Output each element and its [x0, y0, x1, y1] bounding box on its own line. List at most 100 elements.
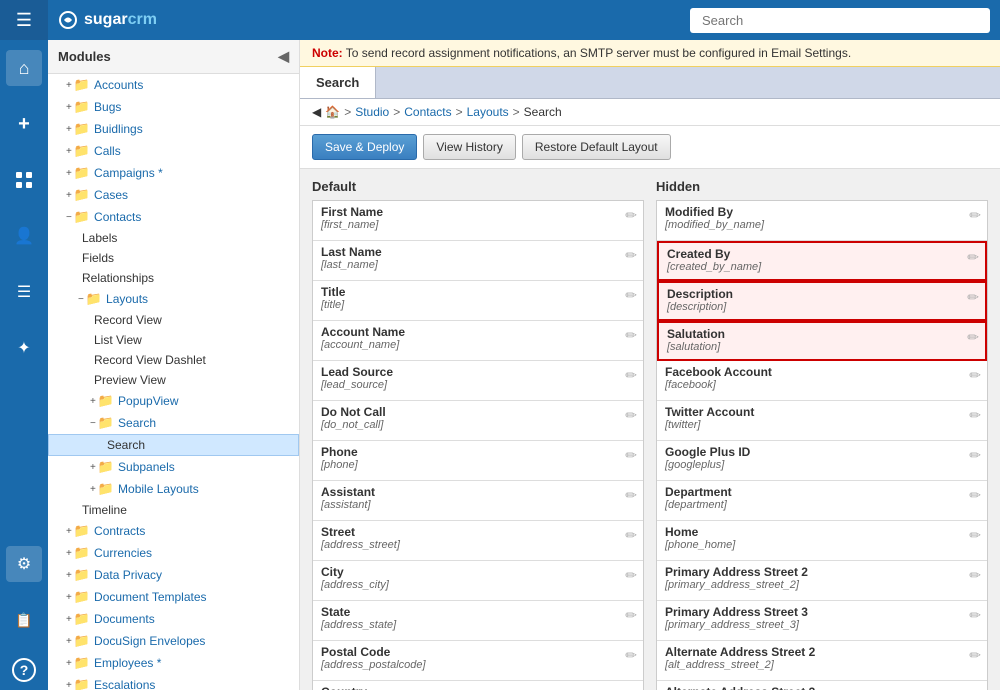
sidebar-item-fields[interactable]: Fields — [48, 248, 299, 268]
field-item-do-not-call[interactable]: Do Not Call[do_not_call]✏ — [313, 401, 643, 441]
breadcrumb-layouts[interactable]: Layouts — [467, 105, 509, 119]
sidebar-item-mobile-layouts[interactable]: +📁Mobile Layouts — [48, 478, 299, 500]
sidebar-collapse[interactable]: ◀ — [278, 48, 289, 65]
breadcrumb-contacts[interactable]: Contacts — [404, 105, 451, 119]
global-search-input[interactable] — [690, 8, 990, 33]
field-edit-icon-twitter[interactable]: ✏ — [969, 407, 981, 424]
nav-list[interactable]: ☰ — [6, 274, 42, 310]
field-edit-icon-modified-by[interactable]: ✏ — [969, 207, 981, 224]
sidebar-item-contracts[interactable]: +📁Contracts — [48, 520, 299, 542]
field-item-street[interactable]: Street[address_street]✏ — [313, 521, 643, 561]
field-edit-icon-state[interactable]: ✏ — [625, 607, 637, 624]
field-item-modified-by[interactable]: Modified By[modified_by_name]✏ — [657, 201, 987, 241]
nav-grid[interactable] — [6, 162, 42, 198]
field-edit-icon-street[interactable]: ✏ — [625, 527, 637, 544]
field-item-first-name[interactable]: First Name[first_name]✏ — [313, 201, 643, 241]
sidebar-item-data-privacy[interactable]: +📁Data Privacy — [48, 564, 299, 586]
restore-default-button[interactable]: Restore Default Layout — [522, 134, 671, 160]
field-item-primary-street3[interactable]: Primary Address Street 3[primary_address… — [657, 601, 987, 641]
field-edit-icon-primary-street2[interactable]: ✏ — [969, 567, 981, 584]
tab-search[interactable]: Search — [300, 67, 376, 98]
field-edit-icon-postal-code[interactable]: ✏ — [625, 647, 637, 664]
field-edit-icon-alt-street2[interactable]: ✏ — [969, 647, 981, 664]
field-item-description[interactable]: Description[description]✏ — [657, 281, 987, 321]
field-edit-icon-description[interactable]: ✏ — [967, 289, 979, 306]
nav-gear[interactable]: ⚙ — [6, 546, 42, 582]
field-item-primary-street2[interactable]: Primary Address Street 2[primary_address… — [657, 561, 987, 601]
view-history-button[interactable]: View History — [423, 134, 515, 160]
field-edit-icon-salutation[interactable]: ✏ — [967, 329, 979, 346]
field-edit-icon-googleplus[interactable]: ✏ — [969, 447, 981, 464]
field-edit-icon-primary-street3[interactable]: ✏ — [969, 607, 981, 624]
field-item-postal-code[interactable]: Postal Code[address_postalcode]✏ — [313, 641, 643, 681]
nav-add[interactable]: + — [6, 106, 42, 142]
sidebar-item-relationships[interactable]: Relationships — [48, 268, 299, 288]
field-edit-icon-home[interactable]: ✏ — [969, 527, 981, 544]
field-edit-icon-department[interactable]: ✏ — [969, 487, 981, 504]
field-edit-icon-phone[interactable]: ✏ — [625, 447, 637, 464]
sidebar-item-popupview[interactable]: +📁PopupView — [48, 390, 299, 412]
field-edit-icon-do-not-call[interactable]: ✏ — [625, 407, 637, 424]
sidebar-item-contacts[interactable]: −📁Contacts — [48, 206, 299, 228]
hamburger-menu[interactable]: ☰ — [0, 0, 48, 40]
breadcrumb-home-icon[interactable]: ◀ — [312, 105, 321, 119]
sidebar-item-timeline[interactable]: Timeline — [48, 500, 299, 520]
sidebar-item-layouts[interactable]: −📁Layouts — [48, 288, 299, 310]
sidebar-item-buildings[interactable]: +📁Buidlings — [48, 118, 299, 140]
nav-help[interactable]: ? — [12, 658, 36, 682]
field-edit-icon-created-by[interactable]: ✏ — [967, 249, 979, 266]
sidebar-item-escalations[interactable]: +📁Escalations — [48, 674, 299, 690]
sidebar-item-accounts[interactable]: +📁Accounts — [48, 74, 299, 96]
field-item-assistant[interactable]: Assistant[assistant]✏ — [313, 481, 643, 521]
nav-star[interactable]: ✦ — [6, 330, 42, 366]
field-item-department[interactable]: Department[department]✏ — [657, 481, 987, 521]
field-edit-icon-account-name[interactable]: ✏ — [625, 327, 637, 344]
field-item-googleplus[interactable]: Google Plus ID[googleplus]✏ — [657, 441, 987, 481]
nav-doc[interactable]: 📋 — [6, 602, 42, 638]
sidebar-item-docusign-envelopes[interactable]: +📁DocuSign Envelopes — [48, 630, 299, 652]
sidebar-item-labels[interactable]: Labels — [48, 228, 299, 248]
field-item-city[interactable]: City[address_city]✏ — [313, 561, 643, 601]
sidebar-item-search-folder[interactable]: −📁Search — [48, 412, 299, 434]
field-item-country[interactable]: Country[address_country]✏ — [313, 681, 643, 690]
field-item-twitter[interactable]: Twitter Account[twitter]✏ — [657, 401, 987, 441]
sidebar-item-record-view-dashlet[interactable]: Record View Dashlet — [48, 350, 299, 370]
sidebar-item-employees[interactable]: +📁Employees * — [48, 652, 299, 674]
sidebar-item-list-view[interactable]: List View — [48, 330, 299, 350]
sidebar-item-currencies[interactable]: +📁Currencies — [48, 542, 299, 564]
field-item-state[interactable]: State[address_state]✏ — [313, 601, 643, 641]
save-deploy-button[interactable]: Save & Deploy — [312, 134, 417, 160]
field-item-phone[interactable]: Phone[phone]✏ — [313, 441, 643, 481]
field-item-salutation[interactable]: Salutation[salutation]✏ — [657, 321, 987, 361]
nav-home[interactable]: ⌂ — [6, 50, 42, 86]
breadcrumb-home-link[interactable]: 🏠 — [325, 105, 340, 119]
nav-user[interactable]: 👤 — [6, 218, 42, 254]
field-item-lead-source[interactable]: Lead Source[lead_source]✏ — [313, 361, 643, 401]
field-item-created-by[interactable]: Created By[created_by_name]✏ — [657, 241, 987, 281]
field-edit-icon-assistant[interactable]: ✏ — [625, 487, 637, 504]
sidebar-item-record-view[interactable]: Record View — [48, 310, 299, 330]
field-edit-icon-first-name[interactable]: ✏ — [625, 207, 637, 224]
sidebar-item-campaigns[interactable]: +📁Campaigns * — [48, 162, 299, 184]
field-edit-icon-title[interactable]: ✏ — [625, 287, 637, 304]
field-edit-icon-last-name[interactable]: ✏ — [625, 247, 637, 264]
field-edit-icon-facebook[interactable]: ✏ — [969, 367, 981, 384]
sidebar-item-subpanels[interactable]: +📁Subpanels — [48, 456, 299, 478]
field-edit-icon-lead-source[interactable]: ✏ — [625, 367, 637, 384]
field-item-alt-street2[interactable]: Alternate Address Street 2[alt_address_s… — [657, 641, 987, 681]
sidebar-item-bugs[interactable]: +📁Bugs — [48, 96, 299, 118]
breadcrumb-studio[interactable]: Studio — [355, 105, 389, 119]
sidebar-item-documents[interactable]: +📁Documents — [48, 608, 299, 630]
sidebar-item-search-item[interactable]: Search — [48, 434, 299, 456]
field-item-account-name[interactable]: Account Name[account_name]✏ — [313, 321, 643, 361]
field-item-home[interactable]: Home[phone_home]✏ — [657, 521, 987, 561]
sidebar-item-preview-view[interactable]: Preview View — [48, 370, 299, 390]
sidebar-item-document-templates[interactable]: +📁Document Templates — [48, 586, 299, 608]
field-item-title[interactable]: Title[title]✏ — [313, 281, 643, 321]
field-item-alt-street3[interactable]: Alternate Address Street 3[alt_address_s… — [657, 681, 987, 690]
field-item-last-name[interactable]: Last Name[last_name]✏ — [313, 241, 643, 281]
field-item-facebook[interactable]: Facebook Account[facebook]✏ — [657, 361, 987, 401]
sidebar-item-cases[interactable]: +📁Cases — [48, 184, 299, 206]
field-edit-icon-city[interactable]: ✏ — [625, 567, 637, 584]
sidebar-item-calls[interactable]: +📁Calls — [48, 140, 299, 162]
